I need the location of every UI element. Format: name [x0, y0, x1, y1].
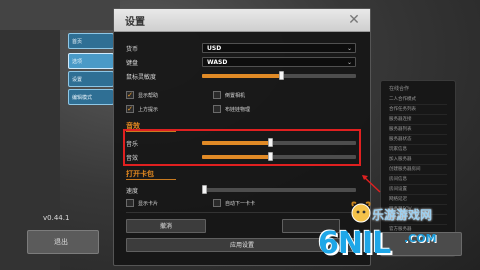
auto-next-checkbox[interactable]	[213, 199, 221, 207]
slider-handle[interactable]	[278, 71, 284, 80]
music-volume-slider[interactable]	[202, 138, 356, 147]
online-panel-row[interactable]: 服务器状态	[389, 135, 447, 145]
show-help-checkbox[interactable]: ✓	[126, 91, 134, 99]
music-label: 音乐	[126, 141, 139, 148]
currency-label: 货币	[126, 46, 139, 53]
divider	[126, 212, 358, 213]
left-tab-edit-mode[interactable]: 编辑模式	[68, 89, 114, 105]
keyboard-select[interactable]: WASD ⌄	[202, 57, 356, 67]
watermark-site-name: 乐游游戏网	[372, 208, 433, 222]
dialog-title: 设置	[125, 17, 145, 28]
speed-label: 速度	[126, 188, 139, 195]
online-panel-title: 在线合作	[389, 86, 410, 92]
mouse-sensitivity-label: 鼠标灵敏度	[126, 74, 157, 81]
mouse-sensitivity-slider[interactable]	[202, 71, 356, 80]
slider-handle[interactable]	[202, 185, 207, 194]
online-panel-row[interactable]: 网络延迟	[389, 195, 447, 205]
watermark-domain: .COM	[404, 232, 437, 245]
show-card-checkbox[interactable]	[126, 199, 134, 207]
top-hints-label: 上方提示	[138, 107, 159, 113]
dialog-header: 设置 ✕	[114, 9, 370, 32]
background-header	[0, 0, 120, 30]
currency-value: USD	[207, 45, 222, 52]
currency-select[interactable]: USD ⌄	[202, 43, 356, 53]
slider-handle[interactable]	[267, 138, 273, 147]
online-panel-row[interactable]: 房间信息	[389, 175, 447, 185]
keyboard-label: 键盘	[126, 60, 139, 67]
section-underline	[126, 179, 176, 180]
show-card-label: 显示卡片	[138, 201, 159, 207]
slider-fill	[202, 141, 270, 145]
top-hints-checkbox[interactable]: ✓	[126, 105, 134, 113]
ragdoll-checkbox[interactable]	[213, 105, 221, 113]
keyboard-value: WASD	[207, 59, 228, 66]
slider-fill	[202, 155, 270, 159]
cancel-button[interactable]: 撤消	[126, 219, 206, 233]
watermark-logo: 6NIL	[318, 226, 391, 261]
sfx-label: 音效	[126, 155, 139, 162]
online-panel-row[interactable]: 加入服务器	[389, 155, 447, 165]
mascot-icon	[351, 201, 371, 223]
online-panel-row[interactable]: 服务器列表	[389, 125, 447, 135]
show-help-label: 显示帮助	[138, 93, 159, 99]
invert-camera-checkbox[interactable]	[213, 91, 221, 99]
left-tab-settings[interactable]: 设置	[68, 71, 114, 87]
online-panel-row[interactable]: 房间设置	[389, 185, 447, 195]
exit-button[interactable]: 退出	[27, 230, 99, 254]
slider-fill	[202, 74, 281, 78]
highlight-box	[123, 129, 361, 166]
close-icon[interactable]: ✕	[346, 12, 362, 28]
chevron-down-icon: ⌄	[346, 59, 352, 66]
left-tab-home[interactable]: 首页	[68, 33, 114, 49]
annotation-arrow	[362, 175, 381, 193]
slider-handle[interactable]	[267, 152, 273, 161]
online-panel-row[interactable]: 服务器连接	[389, 115, 447, 125]
online-panel-row[interactable]: 创建服务器房间	[389, 165, 447, 175]
pack-speed-slider[interactable]	[202, 185, 356, 194]
watermark-logo-digit: 6	[318, 226, 339, 261]
open-pack-section-title: 打开卡包	[126, 170, 154, 178]
online-panel-row[interactable]: 玩家信息	[389, 145, 447, 155]
sfx-volume-slider[interactable]	[202, 152, 356, 161]
auto-next-label: 自动下一卡卡	[225, 201, 256, 207]
online-panel-row[interactable]: 合作任务列表	[389, 105, 447, 115]
version-label: v0.44.1	[43, 214, 70, 222]
invert-camera-label: 倒置相机	[225, 93, 246, 99]
left-tab-options[interactable]: 选项	[68, 53, 114, 69]
online-panel: 在线合作 二人合作模式 合作任务列表 服务器连接 服务器列表 服务器状态 玩家信…	[380, 80, 456, 257]
online-panel-row[interactable]: 二人合作模式	[389, 95, 447, 105]
ragdoll-label: 布娃娃物理	[225, 107, 251, 113]
chevron-down-icon: ⌄	[346, 45, 352, 52]
watermark-logo-text: NIL	[337, 226, 391, 261]
